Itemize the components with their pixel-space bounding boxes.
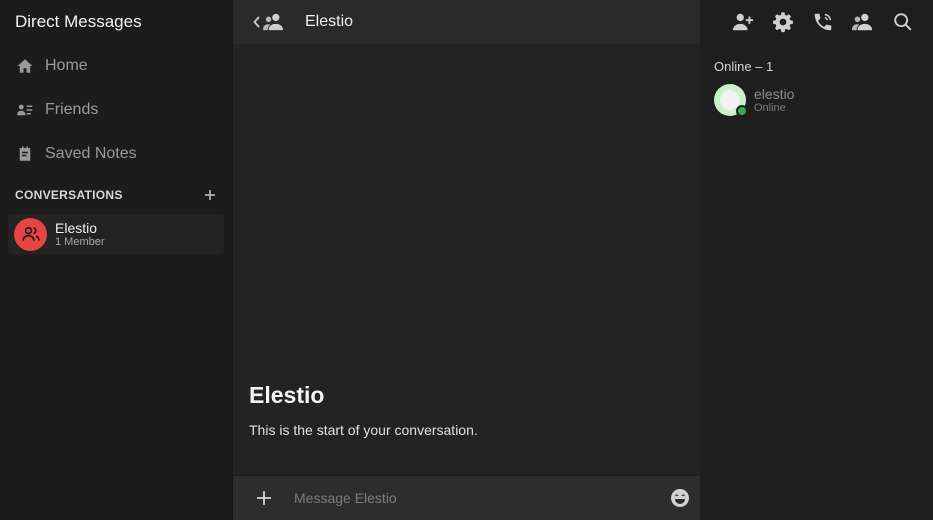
sidebar-item-friends[interactable]: Friends <box>0 88 232 132</box>
chat-header: Elestio <box>233 0 933 44</box>
online-status-indicator <box>736 105 748 117</box>
member-status: Online <box>754 101 786 114</box>
friends-icon <box>15 100 35 120</box>
online-count-header: Online – 1 <box>714 59 774 74</box>
search-button[interactable] <box>883 2 923 42</box>
members-icon <box>852 13 873 31</box>
sidebar-item-label: Friends <box>45 101 99 118</box>
message-area: Elestio This is the start of your conver… <box>233 44 700 475</box>
message-composer <box>233 476 700 520</box>
sidebar-title: Direct Messages <box>15 12 142 31</box>
group-avatar <box>14 217 47 251</box>
home-icon <box>15 56 35 76</box>
chat-title: Elestio <box>305 13 354 30</box>
gear-icon <box>773 12 793 33</box>
emoji-button[interactable] <box>660 478 700 518</box>
conversations-section-header: CONVERSATIONS <box>0 186 232 204</box>
conversation-item-elestio[interactable]: Elestio 1 Member <box>8 214 224 254</box>
avatar <box>714 84 748 117</box>
conversation-name: Elestio <box>55 219 98 236</box>
sidebar-item-label: Home <box>45 57 88 74</box>
member-name: elestio <box>754 85 795 102</box>
call-button[interactable] <box>803 2 843 42</box>
plus-icon <box>257 491 271 505</box>
conversation-intro-title: Elestio <box>249 382 325 408</box>
message-input[interactable] <box>284 483 660 513</box>
settings-button[interactable] <box>763 2 803 42</box>
notes-icon <box>15 144 35 164</box>
members-button[interactable] <box>843 2 883 42</box>
phone-call-icon <box>814 13 832 31</box>
header-actions <box>700 0 933 44</box>
member-item-elestio[interactable]: elestio Online <box>714 84 795 117</box>
sidebar-item-label: Saved Notes <box>45 145 137 162</box>
chat-header-title-area: Elestio <box>233 0 700 44</box>
add-conversation-button[interactable] <box>203 188 217 202</box>
sidebar-item-saved-notes[interactable]: Saved Notes <box>0 132 232 176</box>
back-button[interactable] <box>253 14 263 30</box>
sidebar: Direct Messages Home Friends Saved Notes… <box>0 0 233 520</box>
group-icon <box>263 12 285 32</box>
conversation-member-count: 1 Member <box>55 235 105 248</box>
member-list: Online – 1 elestio Online <box>700 44 933 520</box>
chevron-left-icon <box>253 16 260 28</box>
attach-button[interactable] <box>244 478 284 518</box>
search-icon <box>894 13 912 31</box>
conversation-intro-text: This is the start of your conversation. <box>249 422 478 438</box>
plus-icon <box>205 190 215 200</box>
add-user-icon <box>732 13 754 31</box>
add-user-button[interactable] <box>723 2 763 42</box>
sidebar-item-home[interactable]: Home <box>0 44 232 88</box>
conversations-title: CONVERSATIONS <box>15 188 123 202</box>
users-icon <box>21 226 40 241</box>
emoji-icon <box>671 489 689 507</box>
